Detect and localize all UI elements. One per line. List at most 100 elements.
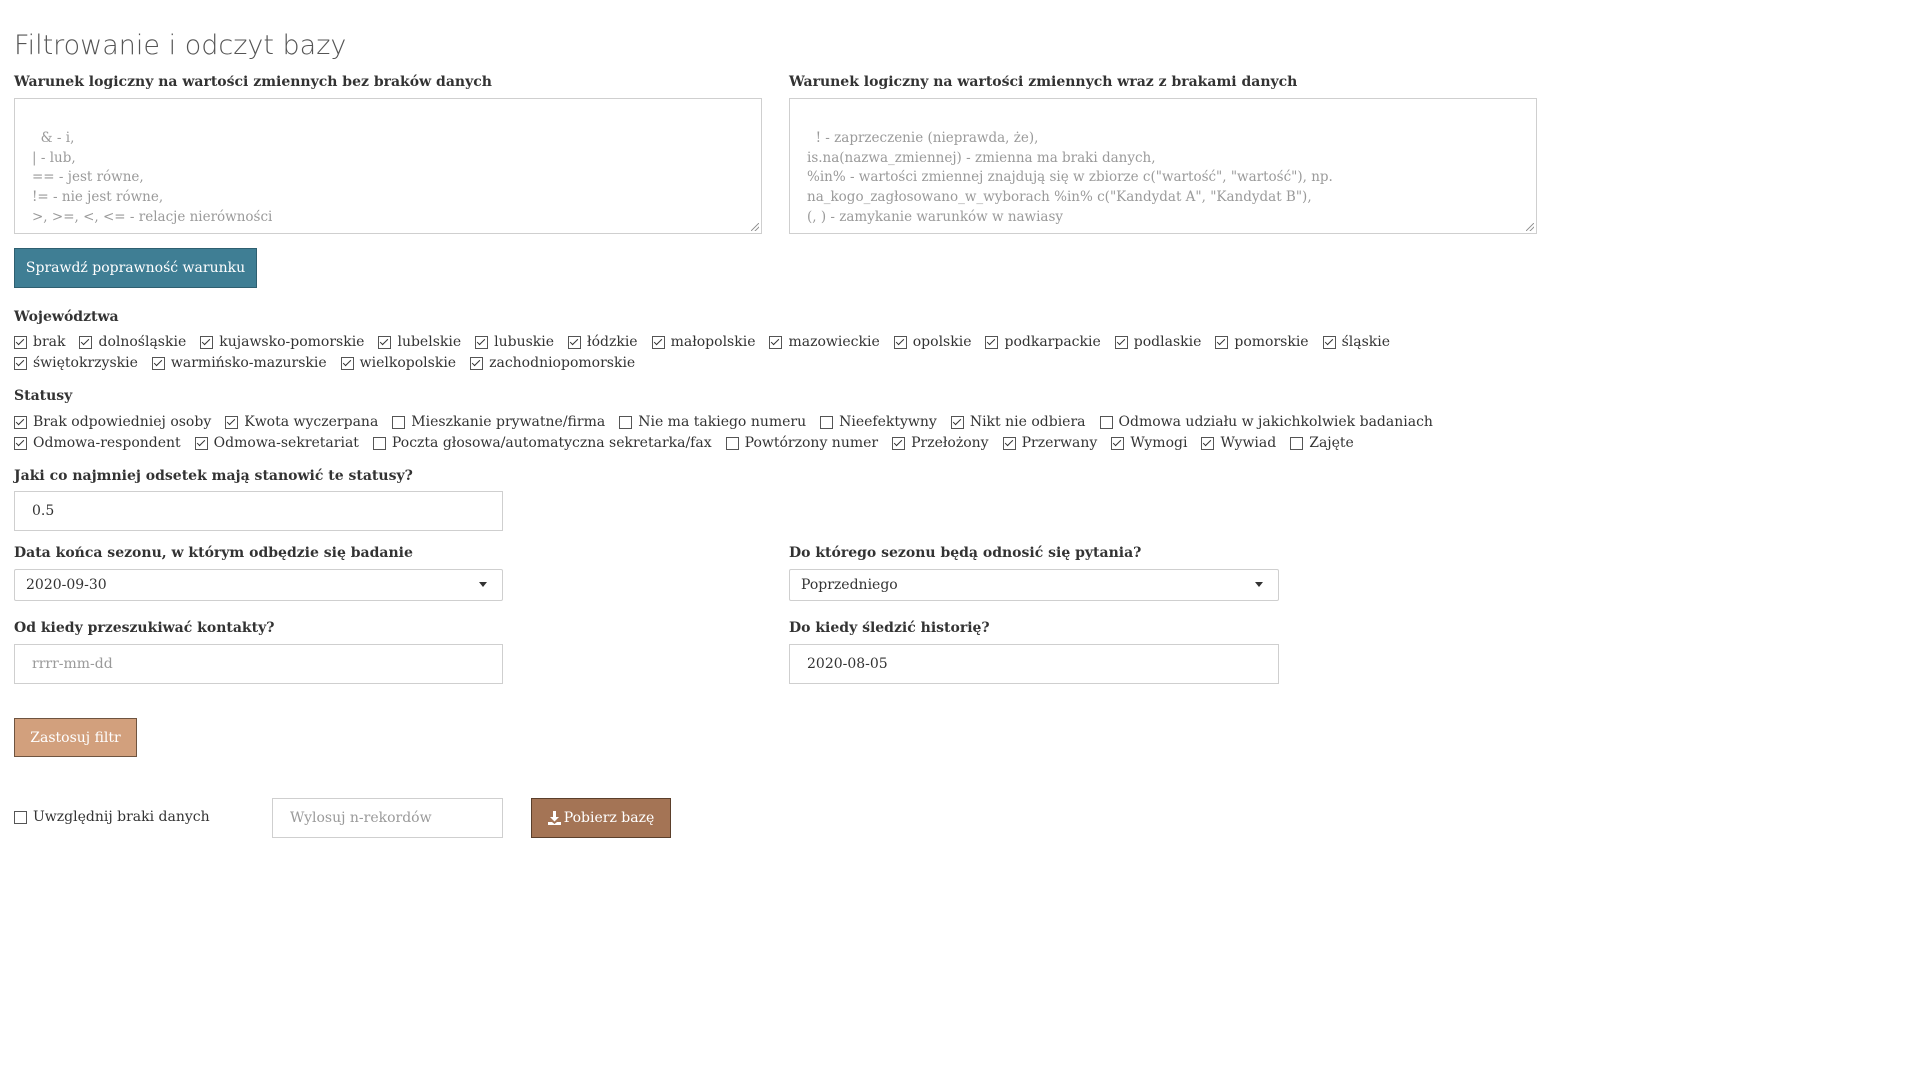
voivodeship-checkbox[interactable]: podkarpackie	[985, 333, 1101, 351]
status-checkbox[interactable]: Kwota wyczerpana	[225, 413, 378, 431]
status-checkbox[interactable]: Przerwany	[1002, 434, 1098, 452]
status-checkbox[interactable]: Brak odpowiedniej osoby	[14, 413, 211, 431]
status-option-label: Wymogi	[1130, 435, 1188, 451]
voivodeship-option-label: łódzkie	[587, 334, 638, 350]
checkbox-icon	[340, 356, 354, 370]
status-option-label: Nie ma takiego numeru	[638, 414, 807, 430]
voivodeship-checkbox[interactable]: zachodniopomorskie	[470, 354, 635, 372]
checkbox-icon	[470, 356, 484, 370]
checkbox-icon	[392, 415, 406, 429]
voivodeship-checkbox[interactable]: podlaskie	[1114, 333, 1202, 351]
voivodeship-checkbox[interactable]: mazowieckie	[769, 333, 880, 351]
checkbox-icon	[79, 335, 93, 349]
voivodeship-checkbox[interactable]: lubuskie	[475, 333, 554, 351]
statuses-label: Statusy	[14, 388, 73, 404]
status-option-label: Poczta głosowa/automatyczna sekretarka/f…	[391, 435, 712, 451]
checkbox-icon	[372, 436, 386, 450]
status-checkbox[interactable]: Mieszkanie prywatne/firma	[392, 413, 605, 431]
history-until-input[interactable]: 2020-08-05	[789, 644, 1279, 684]
check-condition-button[interactable]: Sprawdź poprawność warunku	[14, 248, 257, 288]
status-option-label: Przerwany	[1021, 435, 1098, 451]
fraction-input[interactable]: 0.5	[14, 491, 503, 531]
voivodeship-checkbox[interactable]: dolnośląskie	[79, 333, 186, 351]
apply-filter-button[interactable]: Zastosuj filtr	[14, 718, 137, 757]
condition-with-missing-textarea[interactable]: ! - zaprzeczenie (nieprawda, że), is.na(…	[789, 98, 1537, 234]
voivodeships-label: Województwa	[14, 309, 119, 325]
season-ref-select[interactable]: Poprzedniego	[789, 569, 1279, 601]
voivodeship-checkbox[interactable]: opolskie	[893, 333, 971, 351]
status-checkbox[interactable]: Nieefektywny	[820, 413, 937, 431]
voivodeship-option-label: zachodniopomorskie	[489, 355, 636, 371]
status-checkbox[interactable]: Nie ma takiego numeru	[619, 413, 806, 431]
contacts-from-label: Od kiedy przeszukiwać kontakty?	[14, 620, 275, 636]
status-option-label: Przełożony	[911, 435, 989, 451]
voivodeship-option-label: podkarpackie	[1004, 334, 1101, 350]
page-title: Filtrowanie i odczyt bazy	[14, 30, 347, 61]
condition-no-missing-placeholder: & - i, | - lub, == - jest równe, != - ni…	[32, 129, 273, 225]
include-missing-checkbox[interactable]: Uwzględnij braki danych	[14, 808, 210, 826]
voivodeship-checkbox[interactable]: warmińsko-mazurskie	[151, 354, 327, 372]
voivodeship-option-label: śląskie	[1341, 334, 1391, 350]
status-checkbox[interactable]: Odmowa-respondent	[14, 434, 181, 452]
voivodeship-checkbox[interactable]: lubelskie	[378, 333, 461, 351]
status-checkbox[interactable]: Nikt nie odbiera	[950, 413, 1086, 431]
voivodeship-option-label: lubuskie	[494, 334, 555, 350]
season-end-select[interactable]: 2020-09-30	[14, 569, 503, 601]
voivodeship-checkbox[interactable]: łódzkie	[568, 333, 638, 351]
condition-no-missing-textarea[interactable]: & - i, | - lub, == - jest równe, != - ni…	[14, 98, 762, 234]
voivodeship-option-label: dolnośląskie	[98, 334, 187, 350]
voivodeship-checkbox[interactable]: brak	[14, 333, 65, 351]
voivodeships-checkbox-group: brak dolnośląskie kujawsko-pomorskie lubels…	[14, 333, 1514, 372]
checkbox-icon	[950, 415, 964, 429]
download-icon	[547, 811, 561, 825]
status-option-label: Powtórzony numer	[744, 435, 879, 451]
checkbox-icon	[14, 356, 27, 370]
status-option-label: Brak odpowiedniej osoby	[33, 414, 212, 430]
checkbox-icon	[769, 335, 783, 349]
checkbox-icon	[1322, 335, 1336, 349]
checkbox-icon	[14, 810, 27, 824]
checkbox-icon	[1290, 436, 1304, 450]
voivodeship-option-label: podlaskie	[1133, 334, 1202, 350]
status-checkbox[interactable]: Wywiad	[1201, 434, 1276, 452]
sample-size-input[interactable]: Wylosuj n-rekordów	[272, 798, 503, 838]
season-end-value: 2020-09-30	[26, 577, 107, 593]
checkbox-icon	[619, 415, 633, 429]
status-checkbox[interactable]: Zajęte	[1290, 434, 1354, 452]
checkbox-icon	[725, 436, 739, 450]
condition-no-missing-label: Warunek logiczny na wartości zmiennych b…	[14, 74, 492, 90]
checkbox-icon	[651, 335, 665, 349]
status-checkbox[interactable]: Wymogi	[1111, 434, 1187, 452]
status-checkbox[interactable]: Poczta głosowa/automatyczna sekretarka/f…	[372, 434, 712, 452]
checkbox-icon	[1099, 415, 1113, 429]
voivodeship-checkbox[interactable]: małopolskie	[651, 333, 755, 351]
status-checkbox[interactable]: Powtórzony numer	[725, 434, 879, 452]
voivodeship-checkbox[interactable]: kujawsko-pomorskie	[200, 333, 364, 351]
history-until-label: Do kiedy śledzić historię?	[789, 620, 990, 636]
season-ref-label: Do którego sezonu będą odnosić się pytan…	[789, 545, 1142, 561]
season-end-label: Data końca sezonu, w którym odbędzie się…	[14, 545, 413, 561]
include-missing-label: Uwzględnij braki danych	[33, 809, 210, 825]
voivodeship-checkbox[interactable]: pomorskie	[1215, 333, 1309, 351]
checkbox-icon	[1002, 436, 1016, 450]
resize-grip-icon[interactable]	[1526, 223, 1534, 231]
voivodeship-checkbox[interactable]: świętokrzyskie	[14, 354, 138, 372]
checkbox-icon	[225, 415, 239, 429]
checkbox-icon	[1111, 436, 1125, 450]
checkbox-icon	[820, 415, 834, 429]
voivodeship-checkbox[interactable]: śląskie	[1322, 333, 1391, 351]
status-checkbox[interactable]: Odmowa udziału w jakichkolwiek badaniach	[1099, 413, 1433, 431]
contacts-from-input[interactable]: rrrr-mm-dd	[14, 644, 503, 684]
checkbox-icon	[151, 356, 165, 370]
resize-grip-icon[interactable]	[751, 223, 759, 231]
season-ref-value: Poprzedniego	[801, 577, 898, 593]
voivodeship-option-label: lubelskie	[397, 334, 462, 350]
status-option-label: Odmowa udziału w jakichkolwiek badaniach	[1118, 414, 1433, 430]
status-checkbox[interactable]: Przełożony	[892, 434, 989, 452]
checkbox-icon	[475, 335, 489, 349]
status-option-label: Nieefektywny	[839, 414, 937, 430]
voivodeship-checkbox[interactable]: wielkopolskie	[340, 354, 456, 372]
status-checkbox[interactable]: Odmowa-sekretariat	[194, 434, 359, 452]
checkbox-icon	[14, 436, 27, 450]
download-database-button[interactable]: Pobierz bazę	[531, 798, 671, 838]
